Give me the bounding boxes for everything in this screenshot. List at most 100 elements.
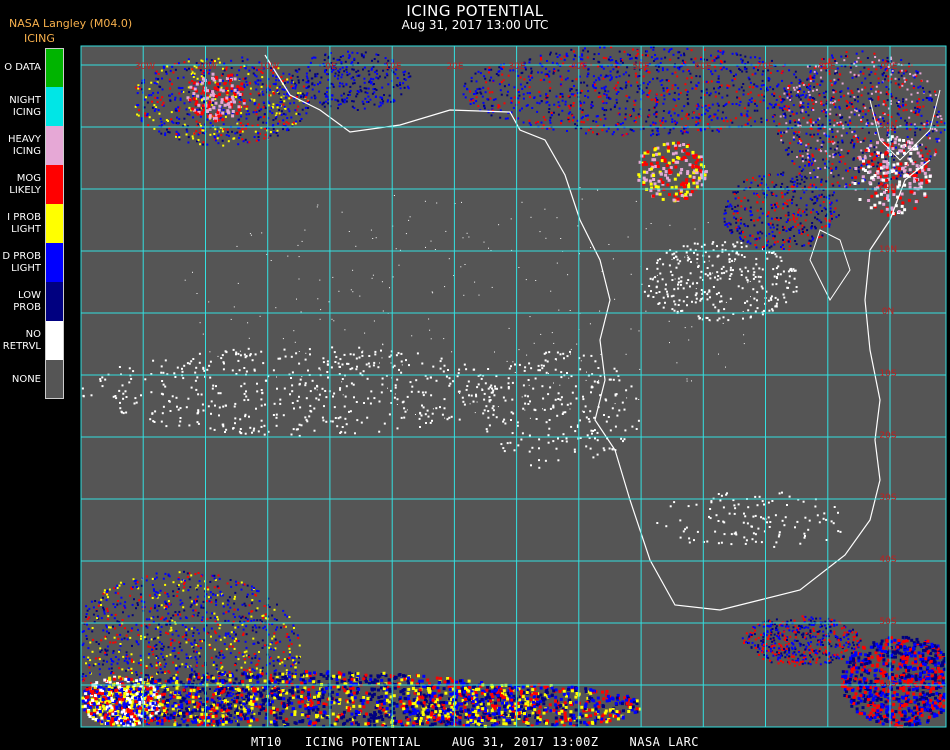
cloud-pixel	[742, 521, 745, 524]
cloud-pixel	[778, 122, 781, 125]
cloud-pixel	[913, 76, 916, 79]
cloud-pixel	[261, 90, 264, 93]
cloud-pixel	[939, 115, 942, 118]
cloud-pixel	[700, 129, 703, 132]
cloud-pixel	[319, 369, 321, 371]
cloud-pixel	[910, 141, 914, 145]
cloud-pixel	[569, 402, 572, 405]
cloud-pixel	[747, 104, 750, 107]
cloud-pixel	[698, 176, 701, 180]
cloud-pixel	[814, 505, 817, 508]
cloud-pixel	[924, 147, 927, 150]
cloud-pixel	[829, 79, 832, 82]
cloud-pixel	[805, 208, 808, 211]
cloud-pixel	[677, 87, 680, 90]
cloud-pixel	[586, 118, 589, 121]
cloud-pixel	[360, 421, 363, 424]
cloud-pixel	[756, 109, 759, 112]
cloud-pixel	[744, 542, 747, 545]
cloud-pixel	[734, 117, 737, 120]
cloud-pixel	[616, 71, 619, 74]
cloud-pixel	[853, 130, 856, 133]
cloud-pixel	[828, 72, 831, 75]
cloud-pixel	[370, 390, 373, 393]
cloud-pixel	[304, 416, 307, 419]
cloud-pixel	[799, 101, 802, 104]
cloud-pixel	[308, 348, 311, 351]
cloud-pixel	[694, 168, 698, 172]
cloud-pixel	[720, 494, 723, 497]
cloud-pixel	[793, 277, 796, 280]
cloud-pixel	[838, 184, 841, 187]
cloud-pixel	[426, 409, 429, 412]
cloud-pixel	[738, 67, 740, 70]
cloud-pixel	[902, 109, 905, 112]
cloud-pixel	[503, 418, 506, 421]
cloud-pixel	[708, 107, 711, 109]
cloud-pixel	[863, 156, 867, 160]
cloud-pixel	[877, 98, 880, 101]
cloud-pixel	[239, 354, 242, 357]
cloud-pixel	[788, 97, 791, 100]
cloud-pixel	[491, 91, 494, 94]
cloud-pixel	[910, 138, 913, 141]
cloud-pixel	[758, 267, 761, 270]
cloud-pixel	[682, 287, 685, 290]
cloud-pixel	[799, 222, 802, 225]
cloud-pixel	[195, 388, 198, 391]
cloud-pixel	[705, 88, 708, 91]
cloud-pixel	[737, 185, 740, 188]
cloud-pixel	[657, 179, 661, 183]
cloud-pixel	[289, 393, 291, 396]
cloud-pixel	[920, 149, 923, 152]
cloud-pixel	[249, 426, 252, 429]
cloud-pixel	[198, 352, 201, 355]
cloud-pixel	[780, 186, 782, 188]
cloud-pixel	[921, 169, 925, 173]
cloud-pixel	[469, 90, 472, 93]
cloud-pixel	[773, 120, 776, 123]
cloud-pixel	[257, 430, 260, 433]
cloud-pixel	[730, 543, 733, 546]
cloud-pixel	[487, 416, 490, 419]
cloud-pixel	[854, 176, 857, 179]
cloud-pixel	[853, 96, 856, 98]
cloud-pixel	[581, 58, 584, 61]
cloud-pixel	[602, 77, 605, 80]
cloud-pixel	[166, 65, 169, 68]
cloud-pixel	[775, 99, 778, 101]
cloud-pixel	[897, 143, 900, 146]
cloud-pixel	[253, 136, 256, 138]
cloud-pixel	[169, 69, 172, 72]
cloud-pixel	[528, 362, 531, 365]
cloud-pixel	[214, 87, 218, 91]
cloud-pixel	[655, 113, 658, 116]
cloud-pixel	[757, 184, 759, 187]
cloud-pixel	[743, 114, 746, 117]
cloud-pixel	[691, 87, 694, 90]
cloud-pixel	[696, 116, 699, 119]
cloud-pixel	[269, 88, 271, 91]
cloud-pixel	[818, 148, 820, 151]
cloud-pixel	[901, 83, 904, 85]
cloud-pixel	[886, 56, 889, 59]
cloud-pixel	[921, 158, 924, 160]
cloud-pixel	[404, 410, 407, 413]
cloud-pixel	[549, 87, 552, 90]
cloud-pixel	[262, 101, 265, 104]
cloud-pixel	[680, 276, 683, 279]
cloud-pixel	[482, 412, 485, 415]
cloud-pixel	[570, 348, 572, 350]
cloud-pixel	[875, 194, 879, 198]
cloud-pixel	[323, 405, 325, 408]
cloud-pixel	[744, 266, 747, 269]
cloud-pixel	[681, 132, 684, 135]
cloud-pixel	[687, 279, 690, 281]
cloud-pixel	[786, 153, 789, 156]
cloud-pixel	[667, 89, 670, 91]
cloud-pixel	[568, 377, 570, 379]
cloud-pixel	[786, 108, 789, 111]
cloud-pixel	[612, 68, 615, 71]
cloud-pixel	[626, 66, 629, 69]
cloud-pixel	[924, 175, 928, 179]
